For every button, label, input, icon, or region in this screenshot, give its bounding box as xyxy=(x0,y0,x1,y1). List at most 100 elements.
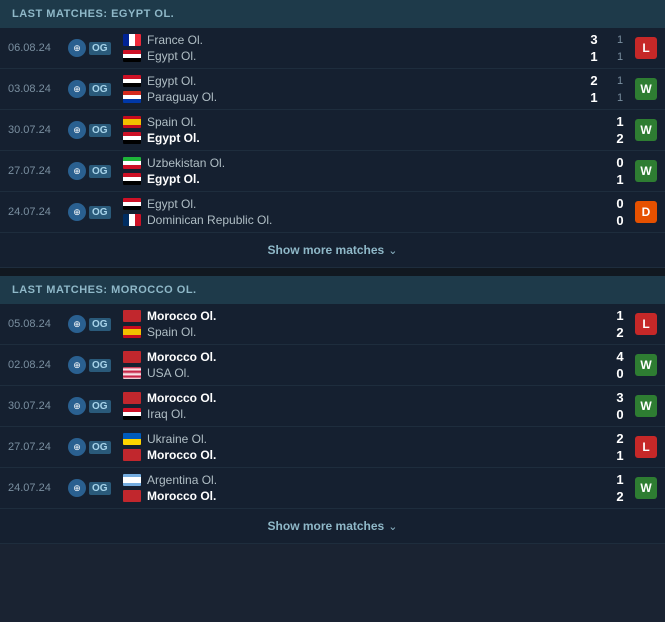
match-row: 27.07.24 ⊕ OG Uzbekistan Ol. Egypt Ol. 0 xyxy=(0,151,665,192)
result-badge: W xyxy=(635,354,657,376)
scores-col: 0 1 xyxy=(567,155,627,187)
score1-sub: 1 xyxy=(613,34,627,46)
score2-main: 0 xyxy=(613,213,627,228)
competition-label: OG xyxy=(89,400,111,413)
team1-row: Egypt Ol. xyxy=(123,74,567,88)
show-more-label: Show more matches xyxy=(268,519,385,533)
team2-flag xyxy=(123,408,141,420)
team2-name: Egypt Ol. xyxy=(147,49,196,63)
team1-name: Spain Ol. xyxy=(147,115,196,129)
score1-main: 3 xyxy=(587,32,601,47)
competition-col: ⊕ OG xyxy=(68,479,123,497)
team1-row: Egypt Ol. xyxy=(123,197,567,211)
match-date: 06.08.24 xyxy=(8,42,68,54)
score2-sub: 1 xyxy=(613,51,627,63)
competition-col: ⊕ OG xyxy=(68,162,123,180)
match-row: 02.08.24 ⊕ OG Morocco Ol. USA Ol. 4 xyxy=(0,345,665,386)
section-spacer xyxy=(0,268,665,276)
team2-row: Morocco Ol. xyxy=(123,489,567,503)
team2-row: Egypt Ol. xyxy=(123,131,567,145)
score2-row: 1 1 xyxy=(567,90,627,105)
teams-col: Egypt Ol. Dominican Republic Ol. xyxy=(123,197,567,227)
competition-globe-icon: ⊕ xyxy=(68,121,86,139)
score2-main: 2 xyxy=(613,325,627,340)
competition-globe-icon: ⊕ xyxy=(68,397,86,415)
score1-main: 2 xyxy=(613,431,627,446)
team2-name: USA Ol. xyxy=(147,366,190,380)
teams-col: Ukraine Ol. Morocco Ol. xyxy=(123,432,567,462)
match-row: 27.07.24 ⊕ OG Ukraine Ol. Morocco Ol. 2 xyxy=(0,427,665,468)
teams-col: Morocco Ol. Spain Ol. xyxy=(123,309,567,339)
scores-col: 1 2 xyxy=(567,114,627,146)
teams-col: Argentina Ol. Morocco Ol. xyxy=(123,473,567,503)
match-row: 30.07.24 ⊕ OG Spain Ol. Egypt Ol. 1 xyxy=(0,110,665,151)
score1-main: 0 xyxy=(613,196,627,211)
competition-col: ⊕ OG xyxy=(68,80,123,98)
team2-row: Spain Ol. xyxy=(123,325,567,339)
competition-label: OG xyxy=(89,206,111,219)
competition-col: ⊕ OG xyxy=(68,438,123,456)
score1-main: 1 xyxy=(613,308,627,323)
competition-globe-icon: ⊕ xyxy=(68,356,86,374)
score2-main: 1 xyxy=(587,49,601,64)
match-date: 24.07.24 xyxy=(8,206,68,218)
match-date: 03.08.24 xyxy=(8,83,68,95)
score2-row: 2 xyxy=(567,131,627,146)
team1-row: Morocco Ol. xyxy=(123,309,567,323)
score2-row: 1 1 xyxy=(567,49,627,64)
team1-flag xyxy=(123,75,141,87)
team2-row: Egypt Ol. xyxy=(123,172,567,186)
teams-col: Morocco Ol. Iraq Ol. xyxy=(123,391,567,421)
team2-row: USA Ol. xyxy=(123,366,567,380)
match-row: 03.08.24 ⊕ OG Egypt Ol. Paraguay Ol. 2 1 xyxy=(0,69,665,110)
team1-name: Morocco Ol. xyxy=(147,391,216,405)
team1-flag xyxy=(123,351,141,363)
competition-label: OG xyxy=(89,83,111,96)
team1-row: Ukraine Ol. xyxy=(123,432,567,446)
match-date: 27.07.24 xyxy=(8,165,68,177)
team2-name: Spain Ol. xyxy=(147,325,196,339)
competition-label: OG xyxy=(89,124,111,137)
team2-name: Dominican Republic Ol. xyxy=(147,213,272,227)
show-more-button[interactable]: Show more matches ⌄ xyxy=(0,509,665,544)
competition-col: ⊕ OG xyxy=(68,356,123,374)
result-badge: L xyxy=(635,436,657,458)
score1-row: 3 1 xyxy=(567,32,627,47)
competition-col: ⊕ OG xyxy=(68,315,123,333)
match-date: 05.08.24 xyxy=(8,318,68,330)
competition-col: ⊕ OG xyxy=(68,203,123,221)
teams-col: Egypt Ol. Paraguay Ol. xyxy=(123,74,567,104)
score1-main: 1 xyxy=(613,114,627,129)
show-more-button[interactable]: Show more matches ⌄ xyxy=(0,233,665,268)
scores-col: 0 0 xyxy=(567,196,627,228)
score1-row: 4 xyxy=(567,349,627,364)
team1-name: Uzbekistan Ol. xyxy=(147,156,225,170)
match-row: 30.07.24 ⊕ OG Morocco Ol. Iraq Ol. 3 xyxy=(0,386,665,427)
team1-flag xyxy=(123,392,141,404)
team2-flag xyxy=(123,50,141,62)
score2-row: 1 xyxy=(567,448,627,463)
competition-globe-icon: ⊕ xyxy=(68,315,86,333)
team1-name: Morocco Ol. xyxy=(147,309,216,323)
score2-main: 1 xyxy=(587,90,601,105)
match-date: 30.07.24 xyxy=(8,400,68,412)
competition-label: OG xyxy=(89,318,111,331)
score1-row: 0 xyxy=(567,155,627,170)
teams-col: France Ol. Egypt Ol. xyxy=(123,33,567,63)
scores-col: 2 1 1 1 xyxy=(567,73,627,105)
score1-row: 1 xyxy=(567,472,627,487)
competition-label: OG xyxy=(89,165,111,178)
scores-col: 3 1 1 1 xyxy=(567,32,627,64)
match-row: 24.07.24 ⊕ OG Egypt Ol. Dominican Republ… xyxy=(0,192,665,233)
team2-flag xyxy=(123,132,141,144)
competition-label: OG xyxy=(89,441,111,454)
team2-row: Dominican Republic Ol. xyxy=(123,213,567,227)
score2-sub: 1 xyxy=(613,92,627,104)
competition-globe-icon: ⊕ xyxy=(68,203,86,221)
team1-name: France Ol. xyxy=(147,33,203,47)
score1-row: 0 xyxy=(567,196,627,211)
competition-globe-icon: ⊕ xyxy=(68,162,86,180)
score2-row: 2 xyxy=(567,325,627,340)
scores-col: 3 0 xyxy=(567,390,627,422)
team2-name: Paraguay Ol. xyxy=(147,90,217,104)
